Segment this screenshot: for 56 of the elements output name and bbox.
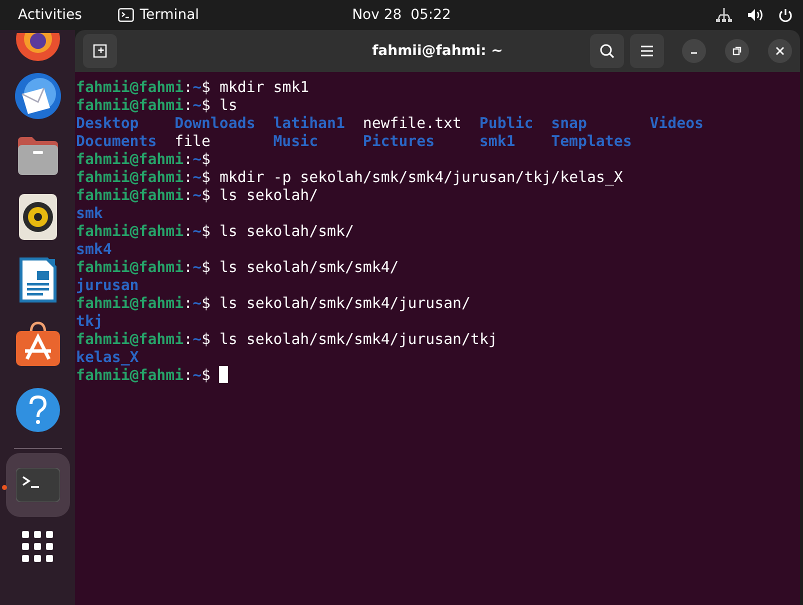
clock[interactable]: Nov 28 05:22 <box>352 7 451 23</box>
menu-button[interactable] <box>630 34 664 68</box>
directory-name: Downloads <box>174 114 256 132</box>
prompt-line: fahmii@fahmi:~$ ls <box>76 96 238 114</box>
file-name: file <box>174 132 212 150</box>
network-icon[interactable] <box>715 7 733 23</box>
restore-icon <box>732 46 742 56</box>
directory-name: smk4 <box>76 240 113 258</box>
directory-name: kelas_X <box>76 348 140 366</box>
volume-icon[interactable] <box>747 8 764 22</box>
mail-icon <box>14 72 62 120</box>
close-icon <box>775 46 785 56</box>
directory-name: Videos <box>650 114 705 132</box>
activities-button[interactable]: Activities <box>18 7 82 23</box>
terminal-icon <box>16 468 60 502</box>
directory-name: Desktop <box>76 114 140 132</box>
directory-name: snap <box>551 114 588 132</box>
prompt-line: fahmii@fahmi:~$ ls sekolah/smk/smk4/jurusan/ <box>76 294 472 312</box>
directory-name: tkj <box>76 312 104 330</box>
terminal-icon <box>118 8 134 22</box>
directory-name: Documents <box>76 132 158 150</box>
new-tab-button[interactable] <box>83 34 117 68</box>
folder-icon <box>16 135 60 177</box>
search-icon <box>599 43 615 59</box>
speaker-icon <box>18 194 56 240</box>
maximize-button[interactable] <box>725 39 749 63</box>
power-icon[interactable] <box>778 8 793 22</box>
help-icon <box>14 387 60 433</box>
close-button[interactable] <box>768 39 792 63</box>
directory-name: jurusan <box>76 276 140 294</box>
app-menu[interactable]: Terminal <box>140 7 200 23</box>
prompt-line: fahmii@fahmi:~$ mkdir smk1 <box>76 78 310 96</box>
window-title: fahmii@fahmi: ~ <box>372 43 503 59</box>
prompt-line: fahmii@fahmi:~$ ls sekolah/smk/smk4/ <box>76 258 400 276</box>
directory-name: smk1 <box>479 132 516 150</box>
prompt-line: fahmii@fahmi:~$ mkdir -p sekolah/smk/smk4/jurusan/tkj/kelas_X <box>76 168 624 186</box>
app-grid-icon[interactable] <box>22 531 54 563</box>
directory-name: latihan1 <box>273 114 346 132</box>
directory-name: Music <box>273 132 320 150</box>
minimize-button[interactable] <box>682 39 706 63</box>
file-name: newfile.txt <box>362 114 462 132</box>
prompt-line: fahmii@fahmi:~$ ls sekolah/smk/ <box>76 222 355 240</box>
directory-name: Pictures <box>362 132 436 150</box>
directory-name: Templates <box>551 132 633 150</box>
browser-icon <box>14 33 62 63</box>
menu-icon <box>640 45 654 57</box>
search-button[interactable] <box>590 34 624 68</box>
prompt-line: fahmii@fahmi:~$ ls sekolah/smk/smk4/jurusan/tkj <box>76 330 498 348</box>
document-icon <box>18 257 56 303</box>
directory-name: smk <box>76 204 104 222</box>
prompt-line: fahmii@fahmi:~$ <box>76 150 212 168</box>
directory-name: Public <box>479 114 534 132</box>
prompt-line: fahmii@fahmi:~$ <box>76 366 800 384</box>
shopping-bag-icon <box>14 321 60 367</box>
prompt-line: fahmii@fahmi:~$ ls sekolah/ <box>76 186 320 204</box>
new-tab-icon <box>92 43 108 59</box>
